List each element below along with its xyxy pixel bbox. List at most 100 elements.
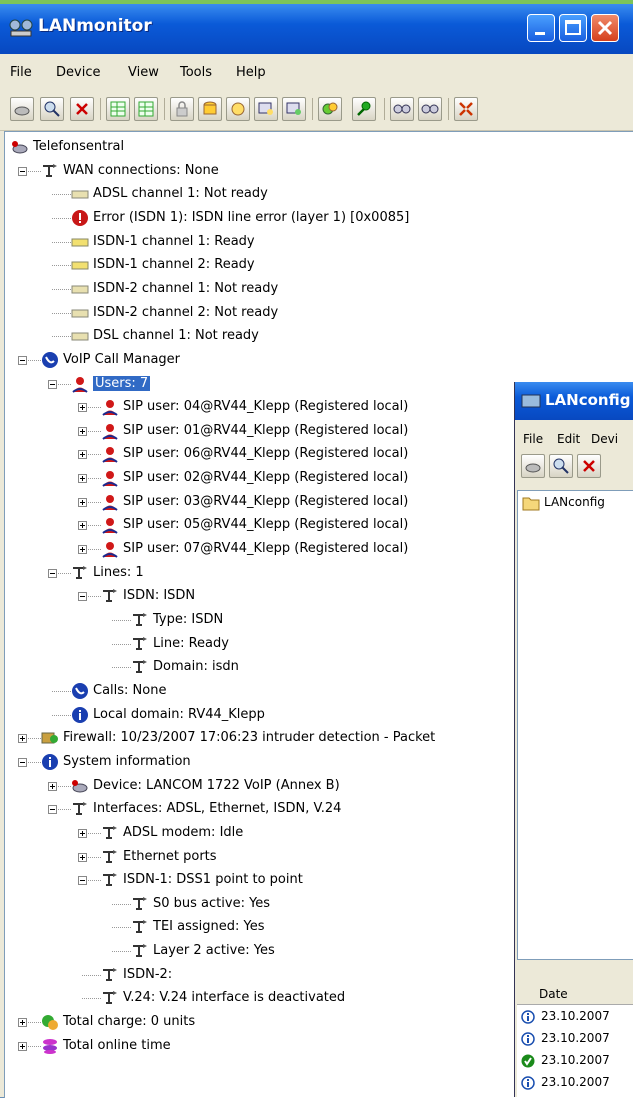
database-icon[interactable] [198, 97, 222, 121]
delete-device-button[interactable] [70, 97, 94, 121]
expand-toggle[interactable] [48, 781, 57, 791]
isdn1-detail-label: S0 bus active: Yes [153, 895, 271, 911]
menu-view[interactable]: View [128, 65, 159, 80]
wan-connections[interactable]: WAN connections: None [5, 160, 633, 182]
lanconfig-search-button[interactable] [549, 454, 573, 478]
sip-user-label: SIP user: 02@RV44_Klepp (Registered loca… [123, 470, 409, 486]
wan-channel[interactable]: ISDN-2 channel 1: Not ready [5, 278, 633, 300]
plug-icon [41, 162, 59, 180]
voip-icon [41, 351, 59, 369]
lanconfig-tree-root[interactable]: LANconfig [544, 495, 605, 509]
expand-toggle[interactable] [78, 497, 87, 507]
collapse-toggle[interactable] [78, 592, 87, 602]
adsl-modem-node-label: ADSL modem: Idle [123, 824, 244, 840]
expand-toggle[interactable] [78, 545, 87, 555]
menu-device[interactable]: Device [56, 65, 100, 80]
plug-icon [101, 989, 119, 1007]
collapse-toggle[interactable] [48, 805, 57, 815]
plug-icon [131, 895, 149, 913]
user-icon [101, 445, 119, 464]
voip-call-manager[interactable]: VoIP Call Manager [5, 349, 633, 371]
lanconfig-title-bar[interactable]: LANconfig [515, 382, 633, 420]
lanconfig-app-icon [521, 394, 541, 408]
tree-root[interactable]: Telefonsentral [5, 136, 633, 158]
close-button[interactable] [591, 14, 619, 42]
title-bar[interactable]: LANmonitor [0, 4, 633, 54]
expand-toggle[interactable] [78, 450, 87, 460]
error-icon [71, 209, 89, 227]
menu-help[interactable]: Help [236, 65, 266, 80]
isdn1-node-label: ISDN-1: DSS1 point to point [123, 872, 303, 888]
plug-icon [71, 564, 89, 582]
date-column-label: Date [539, 987, 568, 1001]
config-button[interactable] [226, 97, 250, 121]
menu-file[interactable]: File [10, 65, 32, 80]
network-button[interactable] [390, 97, 414, 121]
date-column-header[interactable]: Date [517, 984, 633, 1005]
collapse-toggle[interactable] [18, 355, 27, 365]
info-icon [71, 706, 89, 724]
wan-channel-label: ISDN-2 channel 1: Not ready [93, 280, 279, 296]
lock-icon[interactable] [170, 97, 194, 121]
lanconfig-delete-button[interactable] [577, 454, 601, 478]
collapse-button[interactable] [454, 97, 478, 121]
expand-toggle[interactable] [18, 1018, 27, 1028]
search-device-button[interactable] [40, 97, 64, 121]
wan-channel[interactable]: ISDN-1 channel 2: Ready [5, 254, 633, 276]
expand-toggle[interactable] [18, 734, 27, 744]
plug-icon [101, 587, 119, 605]
wan-channel[interactable]: ISDN-1 channel 1: Ready [5, 231, 633, 253]
interfaces-node-label: Interfaces: ADSL, Ethernet, ISDN, V.24 [93, 801, 342, 817]
window-title: LANmonitor [38, 16, 152, 36]
plug-icon [131, 658, 149, 676]
expand-toggle[interactable] [78, 828, 87, 838]
add-device-button[interactable] [10, 97, 34, 121]
plug-icon [131, 611, 149, 629]
collapse-toggle[interactable] [18, 166, 27, 176]
wan-error[interactable]: Error (ISDN 1): ISDN line error (layer 1… [5, 207, 633, 229]
isdn1-detail-label: TEI assigned: Yes [153, 919, 265, 935]
connect-button[interactable] [318, 97, 342, 121]
sip-user-label: SIP user: 07@RV44_Klepp (Registered loca… [123, 541, 409, 557]
isdn2-node-label: ISDN-2: [123, 966, 173, 982]
channel-icon [71, 304, 89, 322]
wan-channel[interactable]: ISDN-2 channel 2: Not ready [5, 302, 633, 324]
isdn-detail-label: Domain: isdn [153, 659, 239, 675]
menu-tools[interactable]: Tools [180, 65, 212, 80]
lanconfig-menu-file[interactable]: File [523, 432, 543, 446]
table-edit-button[interactable] [134, 97, 158, 121]
plug-icon [131, 635, 149, 653]
lanconfig-menu-edit[interactable]: Edit [557, 432, 580, 446]
v24-node-label: V.24: V.24 interface is deactivated [123, 990, 346, 1006]
wan-channel[interactable]: DSL channel 1: Not ready [5, 325, 633, 347]
log-date: 23.10.2007 [541, 1075, 610, 1089]
network-settings-button[interactable] [418, 97, 442, 121]
disconnect-button[interactable] [352, 97, 376, 121]
collapse-toggle[interactable] [78, 876, 87, 886]
sip-user-label: SIP user: 04@RV44_Klepp (Registered loca… [123, 399, 409, 415]
expand-toggle[interactable] [78, 403, 87, 413]
collapse-toggle[interactable] [48, 379, 57, 389]
collapse-toggle[interactable] [48, 568, 57, 578]
trace-button[interactable] [282, 97, 306, 121]
maximize-button[interactable] [559, 14, 587, 42]
wan-channel-label: ISDN-2 channel 2: Not ready [93, 304, 279, 320]
table-view-button[interactable] [106, 97, 130, 121]
plug-icon [101, 848, 119, 866]
channelOn-icon [71, 233, 89, 251]
log-date: 23.10.2007 [541, 1009, 610, 1023]
wan-channel[interactable]: ADSL channel 1: Not ready [5, 183, 633, 205]
firewall-icon [41, 729, 59, 747]
expand-toggle[interactable] [78, 852, 87, 862]
wan-channel-label: ISDN-1 channel 2: Ready [93, 257, 255, 273]
expand-toggle[interactable] [78, 474, 87, 484]
lanconfig-menu-device[interactable]: Devi [591, 432, 618, 446]
expand-toggle[interactable] [18, 1041, 27, 1051]
expand-toggle[interactable] [78, 426, 87, 436]
plug-icon [101, 966, 119, 984]
collapse-toggle[interactable] [18, 757, 27, 767]
minimize-button[interactable] [527, 14, 555, 42]
lanconfig-add-button[interactable] [521, 454, 545, 478]
expand-toggle[interactable] [78, 521, 87, 531]
monitor-button[interactable] [254, 97, 278, 121]
